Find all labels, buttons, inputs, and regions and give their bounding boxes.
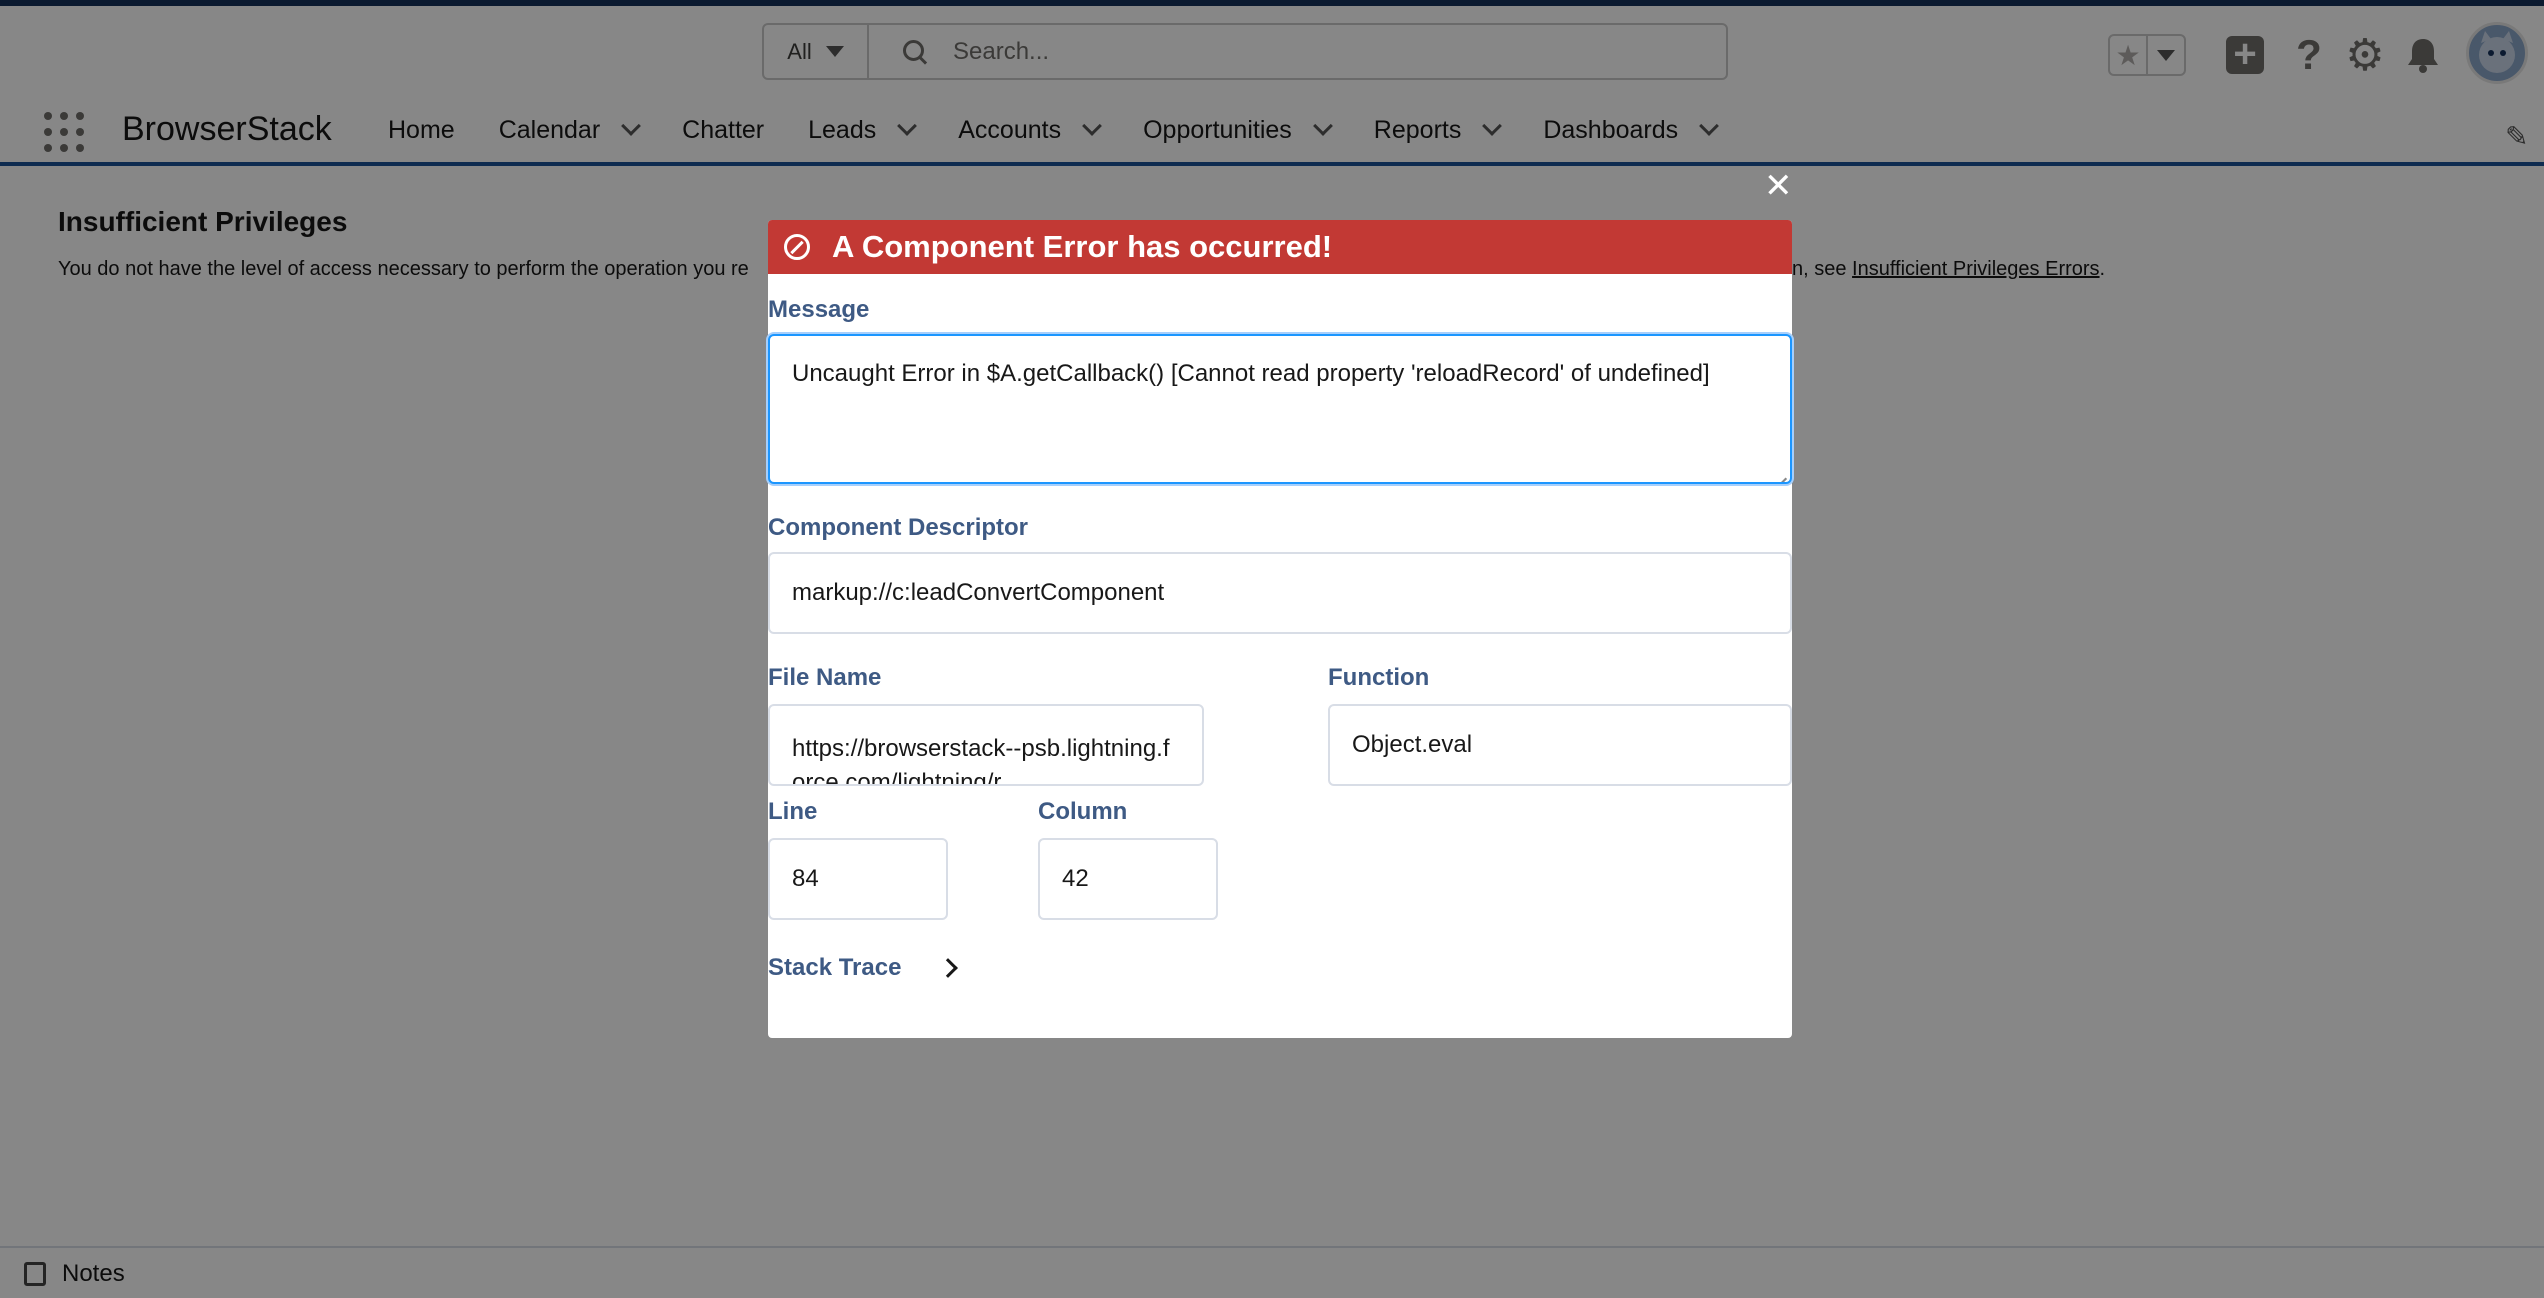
component-descriptor-value: markup://c:leadConvertComponent: [792, 579, 1165, 606]
modal-header: A Component Error has occurred!: [768, 220, 1792, 274]
message-value: Uncaught Error in $A.getCallback() [Cann…: [792, 360, 1710, 387]
line-label: Line: [768, 798, 818, 825]
function-label: Function: [1328, 664, 1430, 691]
line-value: 84: [792, 865, 819, 892]
modal-title: A Component Error has occurred!: [832, 229, 1333, 264]
function-field[interactable]: Object.eval: [1328, 704, 1792, 786]
message-textarea[interactable]: Uncaught Error in $A.getCallback() [Cann…: [768, 334, 1792, 484]
error-ban-icon: [784, 234, 810, 260]
component-descriptor-field[interactable]: markup://c:leadConvertComponent: [768, 552, 1792, 634]
close-icon[interactable]: ✕: [1764, 169, 1793, 203]
file-name-value: https://browserstack--psb.lightning.forc…: [792, 735, 1170, 786]
line-field[interactable]: 84: [768, 838, 948, 920]
column-label: Column: [1038, 798, 1128, 825]
file-name-field[interactable]: https://browserstack--psb.lightning.forc…: [768, 704, 1204, 786]
column-field[interactable]: 42: [1038, 838, 1218, 920]
component-descriptor-label: Component Descriptor: [768, 514, 1029, 541]
resize-handle-icon[interactable]: [1773, 465, 1787, 479]
chevron-right-icon[interactable]: [938, 958, 959, 978]
file-name-label: File Name: [768, 664, 882, 691]
stack-trace-label: Stack Trace: [768, 954, 902, 981]
column-value: 42: [1062, 865, 1089, 892]
message-label: Message: [768, 296, 870, 323]
function-value: Object.eval: [1352, 731, 1473, 758]
stack-trace-toggle[interactable]: Stack Trace: [768, 954, 959, 982]
component-error-modal: A Component Error has occurred! Message …: [768, 220, 1792, 1038]
